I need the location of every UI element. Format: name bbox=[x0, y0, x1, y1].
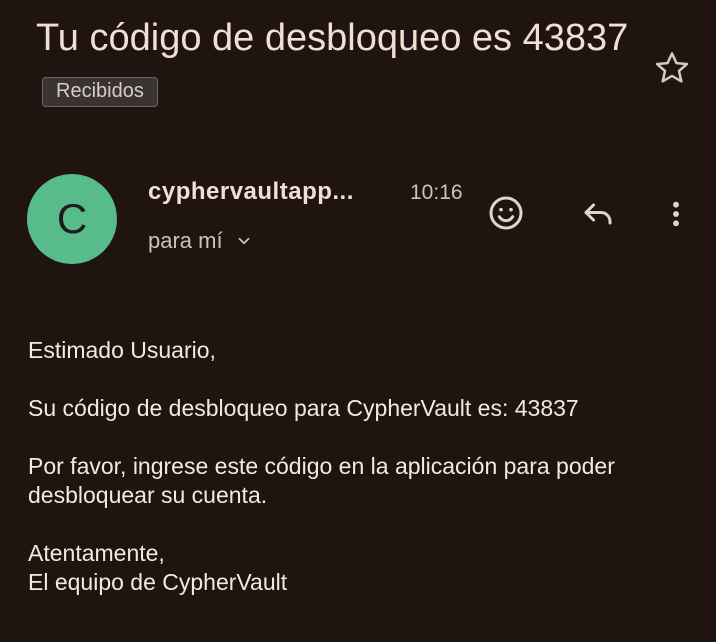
body-code-line: Su código de desbloqueo para CypherVault… bbox=[28, 395, 579, 421]
body-closing: Atentamente, bbox=[28, 540, 165, 566]
sender-avatar[interactable]: C bbox=[27, 174, 117, 264]
email-subject: Tu código de desbloqueo es 43837 Recibido… bbox=[36, 10, 636, 122]
reply-button[interactable] bbox=[578, 194, 618, 234]
subject-text: Tu código de desbloqueo es 43837 bbox=[36, 17, 629, 59]
more-vert-icon bbox=[673, 201, 679, 227]
add-reaction-icon bbox=[489, 196, 523, 230]
star-outline-icon bbox=[655, 52, 689, 83]
reply-icon bbox=[584, 203, 612, 225]
email-body: Estimado Usuario, Su código de desbloque… bbox=[28, 336, 708, 597]
inbox-label-chip[interactable]: Recibidos bbox=[42, 76, 158, 107]
chevron-down-icon bbox=[238, 237, 249, 245]
more-options-button[interactable] bbox=[660, 194, 692, 234]
sender-name[interactable]: cyphervaultapp... bbox=[148, 178, 354, 206]
recipient-details-toggle[interactable]: para mí bbox=[148, 228, 253, 254]
recipient-text: para mí bbox=[148, 228, 223, 253]
body-greeting: Estimado Usuario, bbox=[28, 337, 216, 363]
body-instruction-line-2: desbloquear su cuenta. bbox=[28, 482, 268, 508]
body-signature: El equipo de CypherVault bbox=[28, 569, 288, 595]
body-instruction-line-1: Por favor, ingrese este código en la apl… bbox=[28, 453, 615, 479]
add-reaction-button[interactable] bbox=[485, 192, 527, 234]
email-time: 10:16 bbox=[410, 181, 463, 204]
avatar-initial: C bbox=[56, 195, 88, 242]
star-button[interactable] bbox=[652, 48, 692, 88]
